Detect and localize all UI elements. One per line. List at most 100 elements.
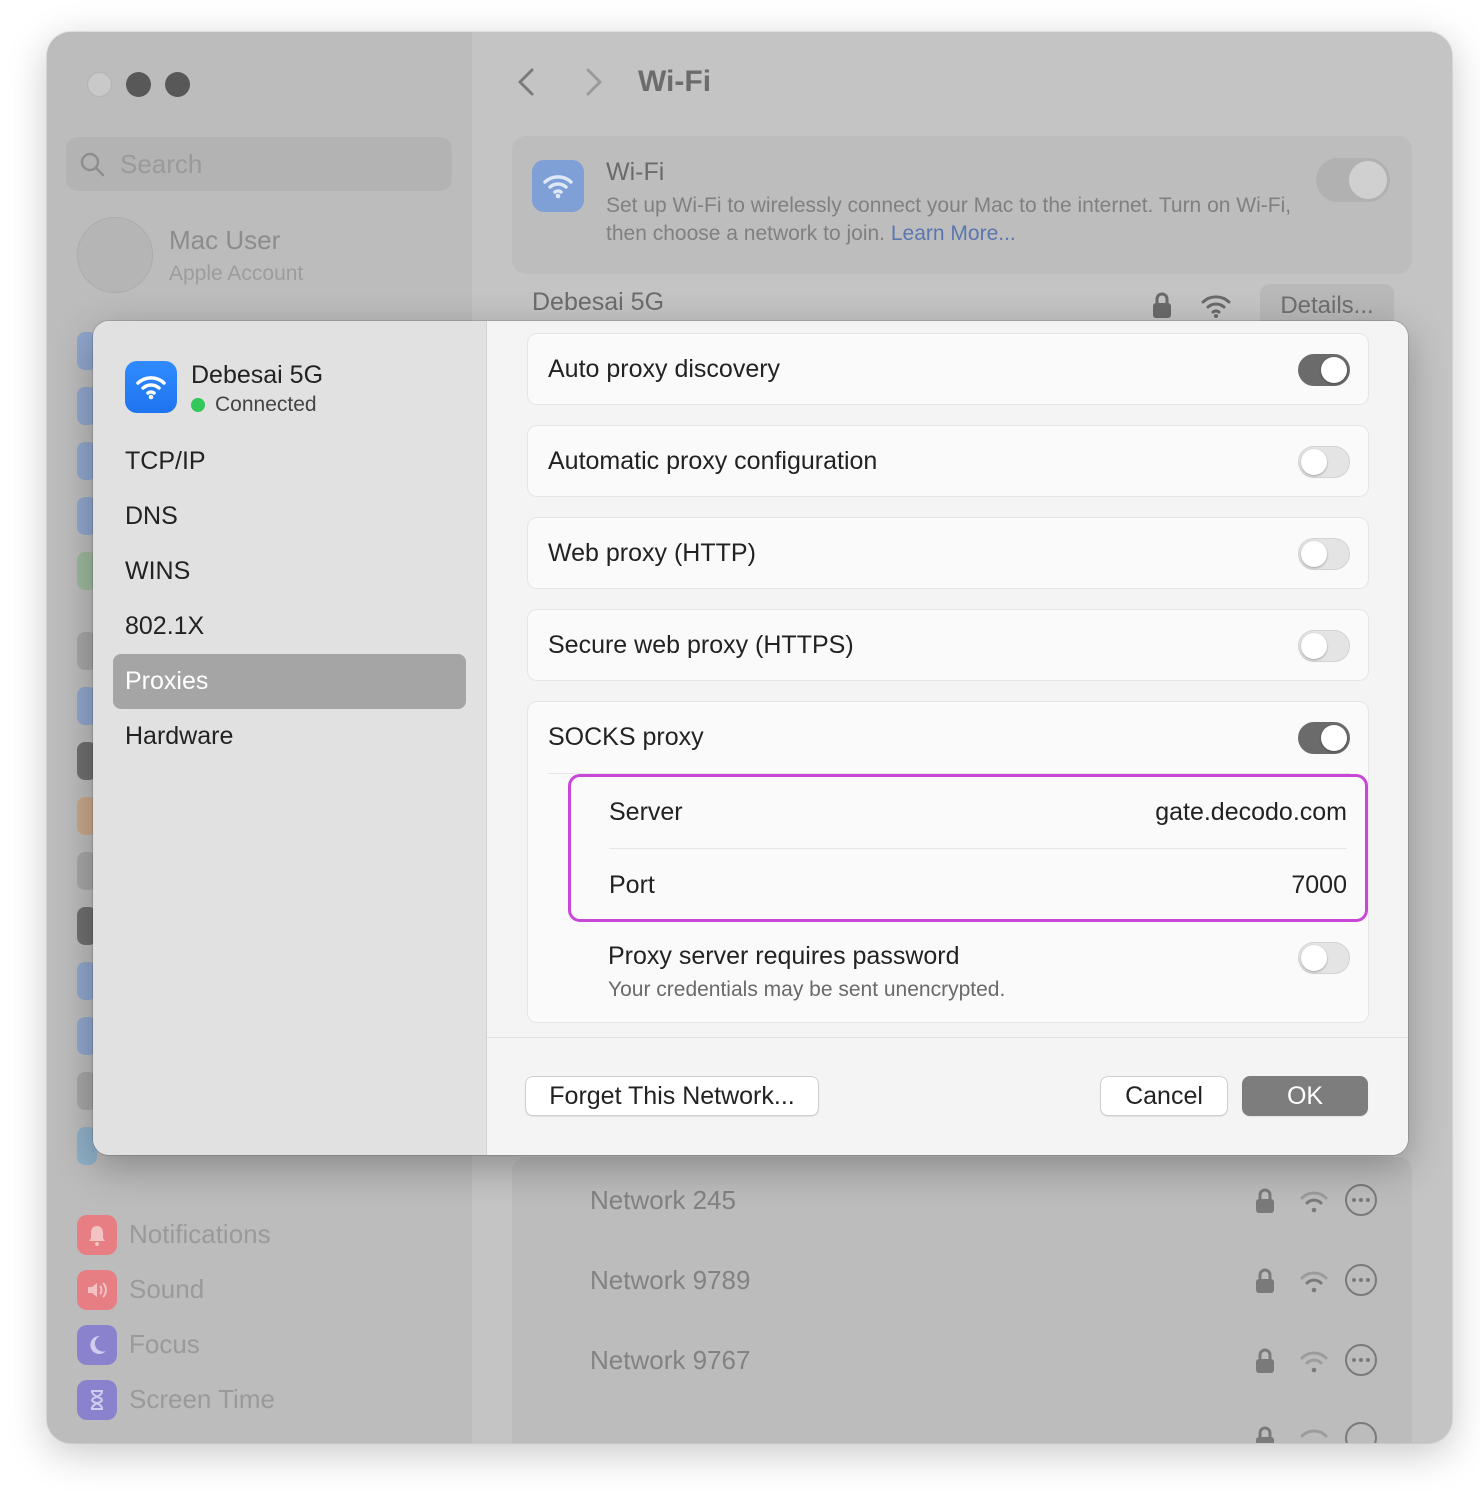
- proxy-row-label: Auto proxy discovery: [548, 355, 781, 383]
- tab-proxies[interactable]: Proxies: [113, 654, 466, 709]
- auto-proxy-discovery-toggle[interactable]: [1298, 354, 1350, 386]
- proxy-row-socks: SOCKS proxy Server gate.decodo.com Port …: [527, 701, 1369, 1023]
- user-name: Mac User: [169, 224, 281, 255]
- sidebar-item-notifications[interactable]: Notifications: [77, 1207, 275, 1262]
- proxy-row-auto-discovery: Auto proxy discovery: [527, 333, 1369, 405]
- lock-icon: [1256, 1426, 1274, 1443]
- lock-icon: [1256, 1188, 1274, 1213]
- toolbar: Wi-Fi: [512, 62, 711, 102]
- more-options-icon[interactable]: [1344, 1263, 1378, 1297]
- tab-wins[interactable]: WINS: [113, 544, 466, 599]
- socks-proxy-toggle[interactable]: [1298, 722, 1350, 754]
- cancel-button[interactable]: Cancel: [1100, 1076, 1228, 1116]
- socks-server-field[interactable]: Server gate.decodo.com: [609, 777, 1347, 849]
- forget-network-button[interactable]: Forget This Network...: [525, 1076, 819, 1116]
- network-details-sheet: Debesai 5G Connected TCP/IP DNS WINS 802…: [93, 321, 1408, 1155]
- automatic-proxy-configuration-toggle[interactable]: [1298, 446, 1350, 478]
- sheet-sidebar: Debesai 5G Connected TCP/IP DNS WINS 802…: [93, 321, 487, 1155]
- more-options-icon[interactable]: [1344, 1183, 1378, 1217]
- network-row[interactable]: Network 9767: [590, 1335, 1380, 1385]
- password-required-toggle[interactable]: [1298, 942, 1350, 974]
- proxies-pane: Auto proxy discovery Automatic proxy con…: [487, 321, 1408, 1155]
- more-options-icon[interactable]: [1344, 1343, 1378, 1377]
- sidebar-item-label: Focus: [129, 1329, 200, 1359]
- lock-icon: [1153, 292, 1171, 318]
- current-network-name: Debesai 5G: [532, 288, 665, 316]
- wifi-app-icon: [532, 160, 584, 212]
- tab-dns[interactable]: DNS: [113, 489, 466, 544]
- connected-status-dot: [191, 398, 205, 412]
- sidebar-item-sound[interactable]: Sound: [77, 1262, 275, 1317]
- search-placeholder: Search: [120, 148, 203, 179]
- proxy-row-label: SOCKS proxy: [548, 723, 704, 751]
- lock-icon: [1256, 1268, 1274, 1293]
- speaker-icon: [77, 1269, 117, 1310]
- port-label: Port: [609, 870, 655, 899]
- network-name: Debesai 5G: [191, 361, 324, 389]
- web-proxy-http-toggle[interactable]: [1298, 538, 1350, 570]
- sidebar-item-label: Sound: [129, 1274, 205, 1304]
- proxy-row-label: Secure web proxy (HTTPS): [548, 631, 854, 659]
- window-controls: [87, 72, 190, 97]
- footer-divider: [487, 1037, 1408, 1038]
- network-header: Debesai 5G Connected: [125, 361, 323, 417]
- apple-account-item[interactable]: Mac User Apple Account: [77, 217, 303, 293]
- sidebar-item-screen-time[interactable]: Screen Time: [77, 1372, 275, 1427]
- hourglass-icon: [77, 1379, 117, 1420]
- network-name: Network 9767: [590, 1345, 751, 1375]
- wifi-signal-icon: [1300, 1271, 1328, 1293]
- wifi-signal-icon: [1300, 1351, 1328, 1373]
- close-window-button[interactable]: [87, 72, 112, 97]
- sidebar-item-focus[interactable]: Focus: [77, 1317, 275, 1372]
- user-subtitle: Apple Account: [169, 261, 304, 285]
- zoom-window-button[interactable]: [165, 72, 190, 97]
- sidebar-item-label: Screen Time: [129, 1384, 275, 1414]
- wifi-toggle[interactable]: [1316, 158, 1390, 202]
- lock-icon: [1256, 1348, 1274, 1373]
- wifi-signal-icon: [1300, 1191, 1328, 1213]
- socks-port-field[interactable]: Port 7000: [609, 849, 1347, 921]
- tab-8021x[interactable]: 802.1X: [113, 599, 466, 654]
- port-value[interactable]: 7000: [1291, 871, 1347, 900]
- wifi-icon: [125, 361, 177, 413]
- server-label: Server: [609, 798, 683, 826]
- server-value[interactable]: gate.decodo.com: [1155, 798, 1347, 827]
- password-required-label: Proxy server requires password: [608, 942, 960, 970]
- tab-tcpip[interactable]: TCP/IP: [113, 434, 466, 489]
- wifi-card-description: Set up Wi-Fi to wirelessly connect your …: [606, 192, 1306, 248]
- proxy-row-label: Automatic proxy configuration: [548, 447, 878, 475]
- back-chevron-icon[interactable]: [512, 62, 540, 102]
- network-name: Network 9789: [590, 1265, 751, 1295]
- search-icon: [80, 152, 105, 177]
- minimize-window-button[interactable]: [126, 72, 151, 97]
- wifi-signal-icon: [1300, 1429, 1328, 1438]
- proxy-row-http: Web proxy (HTTP): [527, 517, 1369, 589]
- network-row[interactable]: Network 245: [590, 1175, 1380, 1225]
- page-title: Wi-Fi: [638, 65, 712, 98]
- avatar: [77, 217, 153, 293]
- proxy-row-auto-config: Automatic proxy configuration: [527, 425, 1369, 497]
- password-note: Your credentials may be sent unencrypted…: [608, 978, 1006, 1001]
- moon-icon: [77, 1324, 117, 1365]
- learn-more-link[interactable]: Learn More...: [891, 222, 1016, 245]
- network-row-partial[interactable]: [590, 1413, 1380, 1443]
- tab-hardware[interactable]: Hardware: [113, 709, 466, 764]
- proxy-row-label: Web proxy (HTTP): [548, 539, 756, 567]
- search-field[interactable]: Search: [66, 137, 452, 191]
- forward-chevron-icon[interactable]: [580, 62, 608, 102]
- proxy-row-https: Secure web proxy (HTTPS): [527, 609, 1369, 681]
- sheet-tabs: TCP/IP DNS WINS 802.1X Proxies Hardware: [113, 434, 466, 764]
- ok-button[interactable]: OK: [1242, 1076, 1368, 1116]
- other-networks-list: Network 245 Network 9789 Network 9767: [512, 1157, 1412, 1443]
- network-name: Network 245: [590, 1185, 736, 1215]
- socks-server-highlight: Server gate.decodo.com Port 7000: [568, 774, 1368, 922]
- more-options-icon[interactable]: [1344, 1421, 1378, 1443]
- wifi-signal-icon: [1201, 295, 1231, 318]
- secure-web-proxy-https-toggle[interactable]: [1298, 630, 1350, 662]
- network-row[interactable]: Network 9789: [590, 1255, 1380, 1305]
- wifi-card: Wi-Fi Set up Wi-Fi to wirelessly connect…: [512, 136, 1412, 274]
- wifi-card-title: Wi-Fi: [606, 158, 665, 186]
- connection-status: Connected: [215, 393, 317, 416]
- sidebar-item-label: Notifications: [129, 1219, 271, 1249]
- bell-icon: [77, 1214, 117, 1255]
